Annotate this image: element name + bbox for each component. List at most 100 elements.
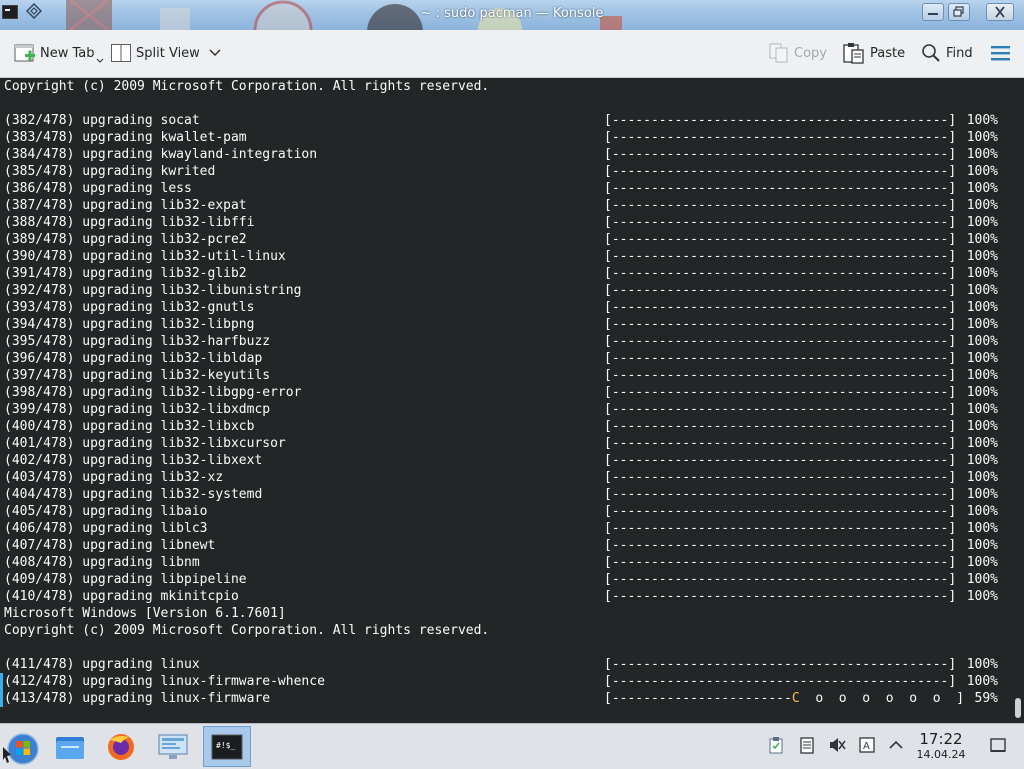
progress-percent: 100% (966, 266, 998, 281)
progress-percent: 100% (966, 232, 998, 247)
selection-marker (0, 690, 3, 707)
progress-bar-text: [---------------------------------------… (604, 147, 957, 162)
monitor-settings-icon (158, 734, 188, 759)
terminal-line: (409/478) upgrading libpipeline (4, 572, 247, 587)
paste-button[interactable]: Paste (842, 38, 905, 68)
progress-percent: 100% (966, 674, 998, 689)
taskbar-konsole[interactable]: #!$_ (203, 726, 251, 767)
progress-percent: 100% (966, 368, 998, 383)
terminal-line: (393/478) upgrading lib32-gnutls (4, 300, 255, 315)
clock[interactable]: 17:22 14.04.24 (910, 731, 972, 762)
progress-bar-text: [---------------------------------------… (604, 368, 957, 383)
terminal-line: (401/478) upgrading lib32-libxcursor (4, 436, 286, 451)
svg-text:A: A (863, 741, 870, 752)
progress-percent: 100% (966, 419, 998, 434)
taskbar-firefox[interactable] (100, 726, 142, 767)
terminal-line: (398/478) upgrading lib32-libgpg-error (4, 385, 302, 400)
progress-percent: 100% (966, 521, 998, 536)
terminal-line: (403/478) upgrading lib32-xz (4, 470, 224, 485)
progress-bar-text: [---------------------------------------… (604, 436, 957, 451)
terminal-icon: #!$_ (211, 734, 243, 759)
progress-percent: 100% (966, 130, 998, 145)
progress-bar-text: [---------------------------------------… (604, 181, 957, 196)
clock-date: 14.04.24 (916, 748, 966, 761)
find-label: Find (946, 45, 973, 61)
hamburger-menu-button[interactable] (990, 38, 1012, 68)
progress-percent: 100% (966, 181, 998, 196)
minimize-button[interactable] (922, 3, 944, 21)
terminal-line: (383/478) upgrading kwallet-pam (4, 130, 247, 145)
progress-percent: 100% (966, 300, 998, 315)
progress-bar-text: [---------------------------------------… (604, 674, 957, 689)
split-view-icon (111, 44, 131, 62)
new-tab-icon (14, 44, 35, 62)
chevron-up-icon[interactable] (887, 736, 905, 754)
progress-bar-text: [---------------------------------------… (604, 113, 957, 128)
terminal-line: (411/478) upgrading linux (4, 657, 200, 672)
copy-label: Copy (794, 45, 827, 61)
find-button[interactable]: Find (920, 38, 973, 68)
terminal-line: (400/478) upgrading lib32-libxcb (4, 419, 255, 434)
terminal-line: (405/478) upgrading libaio (4, 504, 208, 519)
terminal-line: (395/478) upgrading lib32-harfbuzz (4, 334, 271, 349)
chevron-down-icon (209, 49, 221, 57)
start-button[interactable] (0, 726, 42, 767)
paste-icon (843, 43, 864, 64)
volume-muted-icon[interactable] (828, 736, 846, 754)
terminal-line: (384/478) upgrading kwayland-integration (4, 147, 318, 162)
show-desktop-icon[interactable] (989, 736, 1007, 754)
search-icon (922, 44, 940, 62)
terminal-line: (413/478) upgrading linux-firmware (4, 691, 271, 706)
terminal-line: (387/478) upgrading lib32-expat (4, 198, 247, 213)
terminal-line: (397/478) upgrading lib32-keyutils (4, 368, 271, 383)
terminal-line: (391/478) upgrading lib32-glib2 (4, 266, 247, 281)
terminal-line: (399/478) upgrading lib32-libxdmcp (4, 402, 271, 417)
progress-bar-text: [---------------------------------------… (604, 300, 957, 315)
taskbar: #!$_ A 17:22 14.04.24 (0, 723, 1024, 769)
notes-tray-icon[interactable] (798, 736, 816, 754)
progress-percent: 100% (966, 385, 998, 400)
pacman-glyph: C (791, 691, 800, 706)
close-icon (995, 6, 1005, 18)
terminal-line: (412/478) upgrading linux-firmware-whenc… (4, 674, 325, 689)
taskbar-file-manager[interactable] (49, 726, 91, 767)
copy-button[interactable]: Copy (768, 38, 827, 68)
split-view-button[interactable]: Split View (110, 38, 222, 68)
progress-bar-text: [---------------------------------------… (604, 232, 957, 247)
restore-icon (953, 6, 964, 17)
terminal-output[interactable]: Copyright (c) 2009 Microsoft Corporation… (0, 78, 1012, 723)
terminal-line: (389/478) upgrading lib32-pcre2 (4, 232, 247, 247)
terminal-line: (404/478) upgrading lib32-systemd (4, 487, 263, 502)
title-bar[interactable]: ~ : sudo pacman — Konsole (0, 0, 1024, 31)
progress-percent: 100% (966, 351, 998, 366)
maximize-button[interactable] (948, 3, 970, 21)
progress-percent: 100% (966, 555, 998, 570)
terminal-line: Copyright (c) 2009 Microsoft Corporation… (4, 79, 490, 94)
start-orb-icon (3, 732, 39, 765)
taskbar-system-settings[interactable] (152, 726, 194, 767)
toolbar: New Tab Split View Copy Paste Find (0, 30, 1024, 78)
svg-text:#!$_: #!$_ (216, 741, 235, 750)
progress-bar-text: [---------------------------------------… (604, 385, 957, 400)
progress-bar-text: [---------------------------------------… (604, 402, 957, 417)
terminal-line: (386/478) upgrading less (4, 181, 192, 196)
progress-bar-text: [---------------------------------------… (604, 504, 957, 519)
terminal-scrollbar[interactable] (1012, 78, 1024, 723)
terminal-line: (410/478) upgrading mkinitcpio (4, 589, 239, 604)
progress-percent: 100% (966, 198, 998, 213)
terminal-line: (382/478) upgrading socat (4, 113, 200, 128)
close-button[interactable] (986, 3, 1014, 21)
clipboard-tray-icon[interactable] (767, 736, 785, 754)
progress-percent: 100% (966, 249, 998, 264)
progress-bar-text: [---------------------------------------… (604, 317, 957, 332)
progress-bar-text: [---------------------------------------… (604, 198, 957, 213)
progress-bar-text: [---------------------------------------… (604, 130, 957, 145)
progress-bar-text: [---------------------------------------… (604, 470, 957, 485)
progress-bar-text: [---------------------------------------… (604, 266, 957, 281)
input-method-icon[interactable]: A (858, 736, 876, 754)
progress-bar-text: [---------------------------------------… (604, 487, 957, 502)
new-tab-button[interactable]: New Tab (14, 38, 104, 68)
scrollbar-thumb[interactable] (1015, 698, 1021, 718)
progress-percent: 100% (966, 283, 998, 298)
progress-percent: 100% (966, 147, 998, 162)
